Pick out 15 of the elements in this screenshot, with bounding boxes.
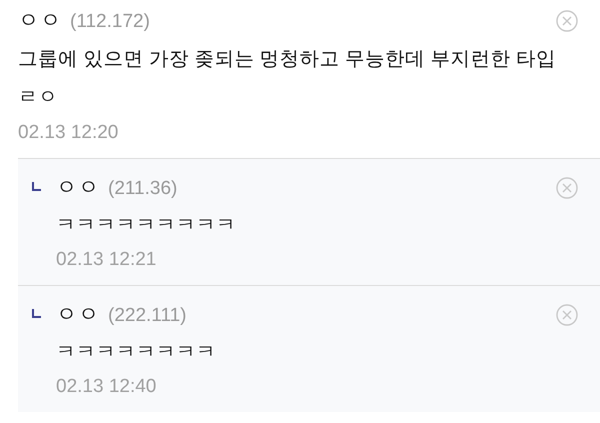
timestamp: 02.13 12:20: [18, 121, 120, 145]
delete-icon[interactable]: [556, 10, 578, 32]
timestamp: 02.13 12:21: [56, 248, 158, 272]
comment-text: 그룹에 있으면 가장 좆되는 멍청하고 무능한데 부지런한 타입 ㄹㅇ: [18, 47, 556, 110]
delete-icon[interactable]: [556, 177, 578, 199]
comment-text: ㅋㅋㅋㅋㅋㅋㅋㅋㅋ: [56, 213, 237, 238]
delete-icon[interactable]: [556, 304, 578, 326]
author-name: ㅇㅇ: [56, 175, 100, 201]
ip-address: (112.172): [70, 10, 150, 34]
author-name: ㅇㅇ: [18, 8, 62, 34]
ip-address: (222.111): [108, 304, 187, 328]
timestamp: 02.13 12:40: [56, 375, 158, 399]
comment-text: ㅋㅋㅋㅋㅋㅋㅋㅋ: [56, 340, 217, 365]
author-name: ㅇㅇ: [56, 302, 100, 328]
ip-address: (211.36): [108, 177, 178, 201]
